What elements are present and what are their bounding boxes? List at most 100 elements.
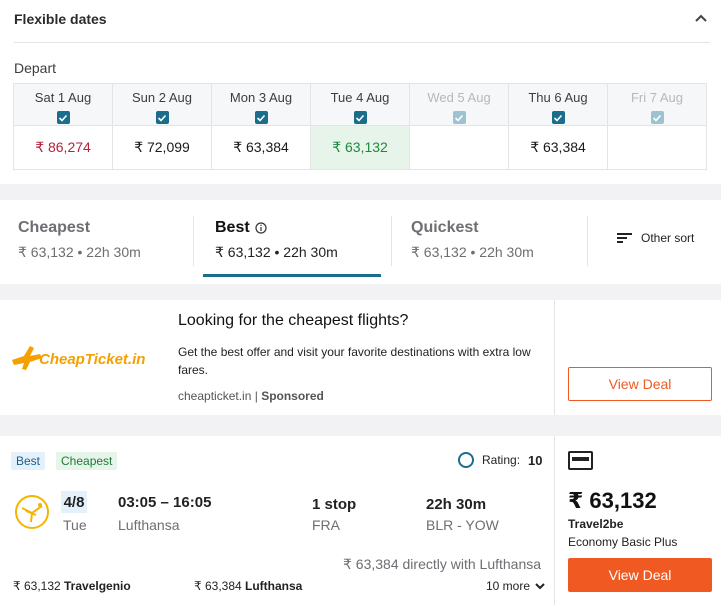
cheapticket-logo-text: CheapTicket.in <box>39 351 145 368</box>
date-label: Wed 5 Aug <box>427 90 491 105</box>
ad-source: cheapticket.in | Sponsored <box>178 389 324 403</box>
check-icon <box>157 114 167 122</box>
offer-price: ₹ 63,132 <box>13 579 61 593</box>
result-provider: Travel2be <box>568 517 624 531</box>
ad-description: Get the best offer and visit your favori… <box>178 345 531 377</box>
date-header: Thu 6 Aug <box>509 84 607 126</box>
tab-best-label: Best <box>215 219 250 236</box>
date-price: ₹ 72,099 <box>134 139 190 155</box>
divider <box>554 300 555 415</box>
route: BLR - YOW <box>426 517 499 533</box>
info-icon[interactable] <box>255 222 267 234</box>
best-badge: Best <box>11 452 46 470</box>
divider <box>554 436 555 605</box>
cheapticket-logo[interactable]: CheapTicket.in <box>8 338 158 378</box>
tab-cheapest-label: Cheapest <box>18 219 91 236</box>
view-deal-button[interactable]: View Deal <box>568 558 712 592</box>
check-icon <box>256 114 266 122</box>
date-price: ₹ 63,132 <box>311 126 409 169</box>
date-checkbox[interactable] <box>353 111 367 124</box>
sort-icon <box>617 233 632 243</box>
date-option[interactable]: Tue 4 Aug ₹ 63,132 <box>311 84 410 169</box>
offer-price: ₹ 63,384 <box>194 579 242 593</box>
date-label: Tue 4 Aug <box>330 90 390 105</box>
date-checkbox[interactable] <box>254 111 268 124</box>
sort-tabs: Cheapest ₹ 63,132 • 22h 30m Best ₹ 63,13… <box>0 200 721 284</box>
duration: 22h 30m <box>426 496 487 513</box>
date-price <box>410 126 508 169</box>
flexible-dates-title: Flexible dates <box>14 11 107 27</box>
check-icon <box>355 114 365 122</box>
check-icon <box>553 114 563 122</box>
date-option[interactable]: Sun 2 Aug ₹ 72,099 <box>113 84 212 169</box>
tab-separator <box>193 216 194 266</box>
flight-day: Tue <box>63 517 87 533</box>
tab-cheapest[interactable]: Cheapest ₹ 63,132 • 22h 30m <box>18 200 141 284</box>
date-checkbox[interactable] <box>56 111 70 124</box>
date-grid: Sat 1 Aug ₹ 86,274 Sun 2 Aug ₹ 72,099 Mon 3 … <box>13 83 707 170</box>
cabin-class: Economy Basic Plus <box>568 535 678 549</box>
layover-airport: FRA <box>312 517 340 533</box>
rating-value: 10 <box>528 452 543 468</box>
tab-quickest[interactable]: Quickest ₹ 63,132 • 22h 30m <box>411 200 534 284</box>
ad-view-deal-button[interactable]: View Deal <box>568 367 712 401</box>
date-header: Tue 4 Aug <box>311 84 409 126</box>
date-option[interactable]: Mon 3 Aug ₹ 63,384 <box>212 84 311 169</box>
flight-date: 4/8 <box>61 491 87 513</box>
date-label: Thu 6 Aug <box>528 90 588 105</box>
other-sort-label: Other sort <box>641 231 695 245</box>
date-label: Fri 7 Aug <box>630 90 684 105</box>
check-icon <box>58 114 68 122</box>
date-label: Mon 3 Aug <box>229 90 293 105</box>
tab-best[interactable]: Best ₹ 63,132 • 22h 30m <box>215 200 338 284</box>
rating[interactable]: Rating: 10 <box>458 452 543 468</box>
tab-best-summary: ₹ 63,132 • 22h 30m <box>215 244 338 260</box>
date-checkbox[interactable] <box>155 111 169 124</box>
date-option[interactable]: Thu 6 Aug ₹ 63,384 <box>509 84 608 169</box>
cheapticket-logo-image: CheapTicket.in <box>12 346 145 370</box>
direct-offer[interactable]: ₹ 63,384 directly with Lufthansa <box>343 556 541 573</box>
date-price: ₹ 86,274 <box>35 139 91 155</box>
date-header: Fri 7 Aug <box>608 84 706 126</box>
stops: 1 stop <box>312 496 357 513</box>
chevron-up-icon[interactable] <box>694 12 708 26</box>
date-price: ₹ 63,384 <box>530 139 586 155</box>
date-checkbox <box>452 111 466 124</box>
date-option: Wed 5 Aug <box>410 84 509 169</box>
date-label: Sun 2 Aug <box>132 90 192 105</box>
rating-label: Rating: <box>482 453 521 467</box>
lufthansa-logo-icon <box>15 495 49 529</box>
date-header: Mon 3 Aug <box>212 84 310 126</box>
flight-times: 03:05 – 16:05 <box>118 494 212 511</box>
tab-quickest-label: Quickest <box>411 219 479 236</box>
date-header: Sun 2 Aug <box>113 84 211 126</box>
tab-quickest-summary: ₹ 63,132 • 22h 30m <box>411 244 534 260</box>
offer-provider: Lufthansa <box>245 579 303 593</box>
chevron-down-icon <box>535 583 545 590</box>
more-offers-toggle[interactable]: 10 more <box>486 579 546 593</box>
ad-title[interactable]: Looking for the cheapest flights? <box>178 312 408 330</box>
ad-sponsored-label: Sponsored <box>261 389 324 403</box>
tab-cheapest-summary: ₹ 63,132 • 22h 30m <box>18 244 141 260</box>
tab-separator <box>587 216 588 266</box>
date-checkbox <box>650 111 664 124</box>
date-header: Wed 5 Aug <box>410 84 508 126</box>
tab-separator <box>391 216 392 266</box>
active-tab-indicator <box>203 274 381 277</box>
check-icon <box>454 114 464 122</box>
date-checkbox[interactable] <box>551 111 565 124</box>
date-header: Sat 1 Aug <box>14 84 112 126</box>
credit-card-icon <box>568 451 593 470</box>
offer-item[interactable]: ₹ 63,132 Travelgenio <box>13 579 131 593</box>
date-option[interactable]: Sat 1 Aug ₹ 86,274 <box>14 84 113 169</box>
date-price: ₹ 63,384 <box>233 139 289 155</box>
cheapest-badge: Cheapest <box>56 452 118 470</box>
offer-provider: Travelgenio <box>64 579 131 593</box>
offer-item[interactable]: ₹ 63,384 Lufthansa <box>194 579 302 593</box>
other-sort-button[interactable]: Other sort <box>617 231 694 245</box>
flexible-dates-panel: Flexible dates Depart Sat 1 Aug ₹ 86,274 S… <box>0 0 721 184</box>
date-option: Fri 7 Aug <box>608 84 706 169</box>
airline-name: Lufthansa <box>118 517 180 533</box>
divider <box>14 42 710 43</box>
depart-label: Depart <box>14 60 57 76</box>
